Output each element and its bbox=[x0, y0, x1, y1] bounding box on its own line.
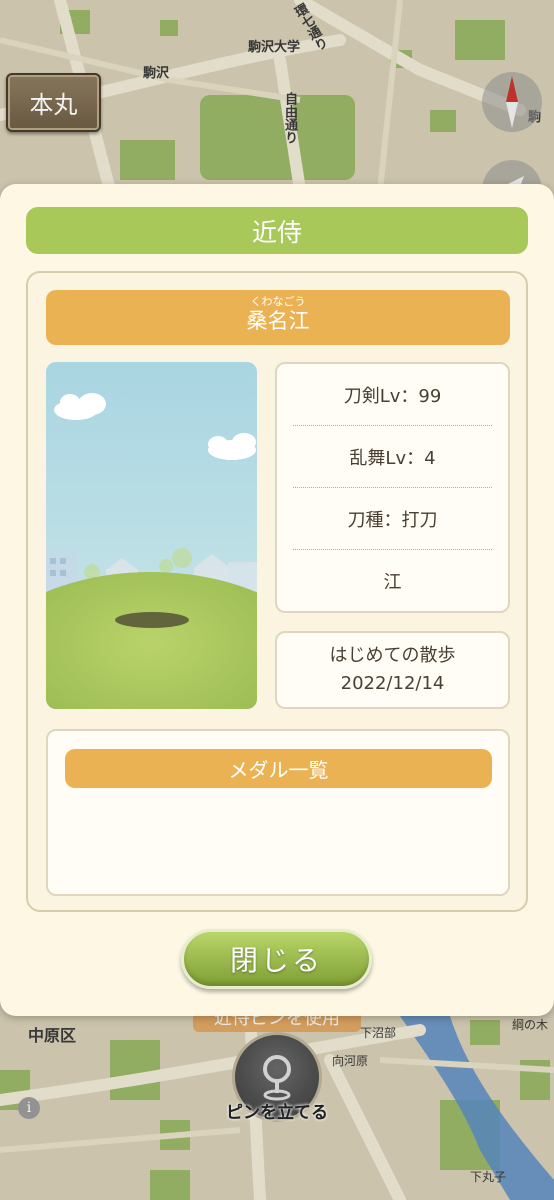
medal-list-box: メダル一覧 bbox=[46, 729, 510, 896]
stats-box: 刀剣Lv：99 乱舞Lv：4 刀種：打刀 江 bbox=[275, 362, 510, 613]
character-name: 桑名江 bbox=[246, 309, 310, 333]
first-walk-label: はじめての散歩 bbox=[329, 645, 456, 666]
stat-ranbu-level: 乱舞Lv：4 bbox=[293, 426, 492, 488]
character-panel: くわなごう 桑名江 刀剣Lv：99 乱舞Lv：4 刀種：打刀 江 はじめての散歩… bbox=[26, 271, 528, 912]
attendant-modal: 近侍 くわなごう 桑名江 刀剣Lv：99 乱舞Lv：4 刀種：打刀 江 はじめて… bbox=[0, 184, 554, 1016]
character-name-ruby: くわなごう bbox=[250, 295, 306, 308]
first-walk-box: はじめての散歩 2022/12/14 bbox=[275, 631, 510, 709]
character-portrait bbox=[46, 362, 257, 709]
modal-title: 近侍 bbox=[26, 207, 528, 254]
landscape-illustration bbox=[46, 362, 257, 709]
stat-sword-level: 刀剣Lv：99 bbox=[293, 364, 492, 426]
stat-sword-type: 刀種：打刀 bbox=[293, 488, 492, 550]
stat-school: 江 bbox=[383, 572, 402, 593]
first-walk-date: 2022/12/14 bbox=[340, 673, 445, 694]
character-name-bar: くわなごう 桑名江 bbox=[46, 290, 510, 345]
medal-list-title: メダル一覧 bbox=[65, 749, 492, 788]
close-button[interactable]: 閉じる bbox=[181, 929, 372, 989]
